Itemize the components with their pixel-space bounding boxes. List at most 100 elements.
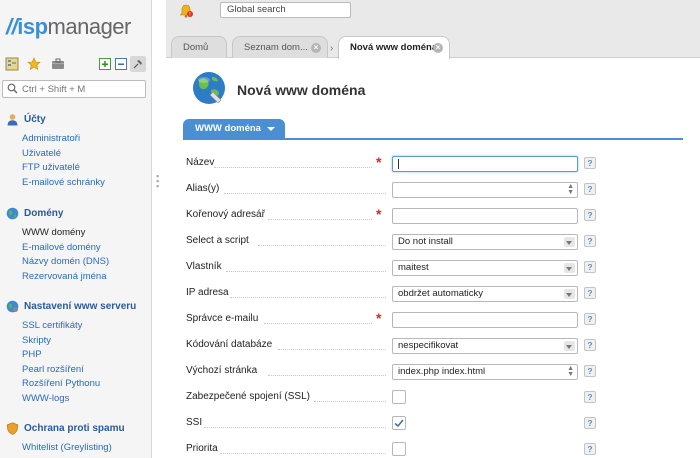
tab-label: Seznam dom... <box>244 42 308 53</box>
chevron-down-icon <box>564 341 575 351</box>
sidebar-item-users[interactable]: Uživatelé <box>22 147 105 162</box>
section-accounts[interactable]: Účty <box>6 111 46 127</box>
section-domains[interactable]: Domény <box>6 205 63 221</box>
sidebar-item-www-domains[interactable]: WWW domény <box>22 226 109 241</box>
sidebar-item-ssl-certificates[interactable]: SSL certifikáty <box>22 319 100 334</box>
sidebar-item-python-extensions[interactable]: Rozšíření Pythonu <box>22 377 100 392</box>
field-label: Zabezpečené spojení (SSL) <box>186 391 310 402</box>
ssl-checkbox[interactable] <box>392 390 406 404</box>
field-row-priority: Priorita ? <box>186 442 606 458</box>
sidebar-item-mail-domains[interactable]: E-mailové domény <box>22 241 109 256</box>
field-row-db-encoding: Kódování databáze nespecifikovat ? <box>186 338 606 354</box>
expand-all-icon[interactable] <box>97 56 113 72</box>
section-accounts-items: Administratoři Uživatelé FTP uživatelé E… <box>22 132 105 190</box>
logo: //ispmanager <box>6 14 132 39</box>
help-icon[interactable]: ? <box>584 417 596 429</box>
sidebar-item-dns[interactable]: Názvy domén (DNS) <box>22 255 109 270</box>
db-encoding-select-value: nespecifikovat <box>398 340 459 351</box>
tab-domain-list[interactable]: Seznam dom... × <box>232 36 328 58</box>
tab-new-www-domain[interactable]: Nová www doména × <box>338 36 450 59</box>
db-encoding-select[interactable]: nespecifikovat <box>392 338 578 354</box>
menu-search-input[interactable] <box>22 82 142 96</box>
tab-home[interactable]: Domů <box>171 36 227 58</box>
default-page-value: index.php index.html <box>398 366 486 377</box>
chevron-down-icon <box>564 263 575 273</box>
section-spam-items: Whitelist (Greylisting) <box>22 441 112 456</box>
logo-isp: isp <box>17 14 48 39</box>
field-row-default-page: Výchozí stránka index.php index.html ▲ ▼ ? <box>186 364 606 380</box>
field-row-name: Název * ? <box>186 154 606 172</box>
field-label: Select a script <box>186 235 249 246</box>
section-domains-items: WWW domény E-mailové domény Názvy domén … <box>22 226 109 284</box>
collapse-all-icon[interactable] <box>113 56 129 72</box>
section-title: Domény <box>24 207 64 219</box>
field-label: SSI <box>186 417 203 428</box>
help-icon[interactable]: ? <box>584 183 596 195</box>
favorites-star-icon[interactable] <box>26 56 42 72</box>
sidebar-item-scripts[interactable]: Skripty <box>22 334 100 349</box>
default-page-input[interactable]: index.php index.html ▲ ▼ <box>392 364 578 380</box>
section-web-server-settings[interactable]: Nastavení www serveru <box>6 298 136 314</box>
www-domain-globe-icon <box>190 69 228 107</box>
help-icon[interactable]: ? <box>584 443 596 455</box>
sidebar-item-reserved-names[interactable]: Rezervovaná jména <box>22 270 109 285</box>
section-title: Ochrana proti spamu <box>24 422 125 434</box>
sidebar-item-www-logs[interactable]: WWW-logs <box>22 392 100 407</box>
ip-address-select[interactable]: obdržet automaticky <box>392 286 578 302</box>
pin-icon[interactable] <box>130 56 146 72</box>
field-row-ip-address: IP adresa obdržet automaticky ? <box>186 286 606 302</box>
owner-select[interactable]: maitest <box>392 260 578 276</box>
close-icon[interactable]: × <box>311 43 321 53</box>
spin-arrows-icon[interactable]: ▲ ▼ <box>567 365 574 378</box>
field-label: Kořenový adresář <box>186 209 265 220</box>
chevron-down-icon <box>564 289 575 299</box>
shield-icon <box>6 421 19 435</box>
form-tab-label: WWW doména <box>195 123 261 134</box>
ssi-checkbox[interactable] <box>392 416 406 430</box>
help-icon[interactable]: ? <box>584 235 596 247</box>
help-icon[interactable]: ? <box>584 391 596 403</box>
admin-email-input[interactable] <box>392 312 578 328</box>
sidebar-item-whitelist[interactable]: Whitelist (Greylisting) <box>22 441 112 456</box>
sidebar: //ispmanager Účty Administratoři <box>0 0 152 458</box>
script-select[interactable]: Do not install <box>392 234 578 250</box>
help-icon[interactable]: ? <box>584 365 596 377</box>
name-input[interactable] <box>392 156 578 172</box>
search-icon <box>7 83 18 97</box>
field-row-ssl: Zabezpečené spojení (SSL) ? <box>186 390 606 406</box>
help-icon[interactable]: ? <box>584 157 596 169</box>
alert-bell-icon[interactable]: ! <box>178 3 194 19</box>
section-title: Účty <box>24 113 46 125</box>
section-spam-protection[interactable]: Ochrana proti spamu <box>6 420 125 436</box>
chevron-right-icon: › <box>330 43 334 54</box>
global-search-input[interactable]: Global search <box>220 2 351 18</box>
help-icon[interactable]: ? <box>584 261 596 273</box>
root-directory-input[interactable] <box>392 208 578 224</box>
ip-address-select-value: obdržet automaticky <box>398 288 484 299</box>
sidebar-item-php[interactable]: PHP <box>22 348 100 363</box>
sidebar-item-administrators[interactable]: Administratoři <box>22 132 105 147</box>
menu-tree-icon[interactable] <box>4 56 20 72</box>
field-row-admin-email: Správce e-mailu * ? <box>186 310 606 328</box>
spin-arrows-icon[interactable]: ▲ ▼ <box>567 183 574 196</box>
sidebar-splitter[interactable]: ▪ ▪ ▪ <box>152 0 166 458</box>
logo-manager: manager <box>47 14 132 39</box>
menu-search[interactable] <box>2 80 146 98</box>
aliases-input[interactable]: ▲ ▼ <box>392 182 578 198</box>
help-icon[interactable]: ? <box>584 287 596 299</box>
sidebar-item-perl-extensions[interactable]: Pearl rozšíření <box>22 363 100 378</box>
briefcase-icon[interactable] <box>50 56 66 72</box>
help-icon[interactable]: ? <box>584 313 596 325</box>
text-cursor <box>398 159 399 169</box>
close-icon[interactable]: × <box>433 43 443 53</box>
user-icon <box>7 113 18 125</box>
help-icon[interactable]: ? <box>584 209 596 221</box>
field-row-select-script: Select a script Do not install ? <box>186 234 606 250</box>
splitter-grip-icon[interactable]: ▪ ▪ ▪ <box>156 172 159 191</box>
help-icon[interactable]: ? <box>584 339 596 351</box>
priority-checkbox[interactable] <box>392 442 406 456</box>
chevron-down-icon <box>266 127 275 131</box>
sidebar-item-mailboxes[interactable]: E-mailové schránky <box>22 176 105 191</box>
sidebar-item-ftp-users[interactable]: FTP uživatelé <box>22 161 105 176</box>
form-tab-www-domain[interactable]: WWW doména <box>183 119 285 138</box>
